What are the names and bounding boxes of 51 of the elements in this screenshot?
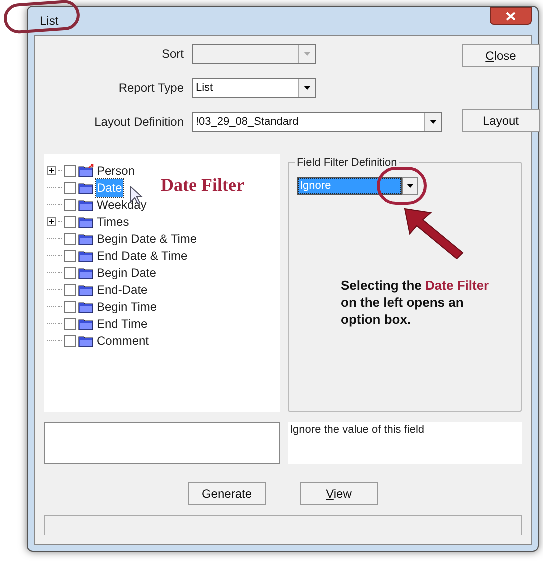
expand-icon[interactable] [47, 166, 56, 175]
close-icon [506, 12, 516, 20]
field-label: Layout Definition [94, 114, 184, 131]
checkbox[interactable] [64, 198, 76, 210]
folder-icon [78, 316, 94, 330]
tree-item[interactable]: Weekday [96, 196, 148, 214]
checkbox[interactable] [64, 284, 76, 296]
folder-icon [78, 164, 94, 178]
folder-icon [78, 334, 94, 348]
tree-item[interactable]: Begin Date [96, 264, 158, 282]
tree-item[interactable]: Person [96, 162, 136, 180]
notes-field[interactable] [44, 422, 280, 464]
checkbox[interactable] [64, 334, 76, 346]
tree-item[interactable]: Comment [96, 332, 150, 350]
expand-icon[interactable] [47, 217, 56, 226]
folder-icon [78, 232, 94, 246]
tree-item[interactable]: Begin Date & Time [96, 230, 198, 248]
tree-item[interactable]: End Date & Time [96, 246, 189, 264]
checkbox[interactable] [64, 182, 76, 194]
callout-label: Date Filter [161, 174, 244, 197]
dialog-button[interactable]: View [300, 482, 378, 505]
folder-icon [78, 266, 94, 280]
dropdown[interactable]: List [192, 78, 316, 98]
close-window-button[interactable] [490, 7, 532, 25]
folder-icon [78, 214, 94, 228]
checkbox[interactable] [64, 300, 76, 312]
tree-item[interactable]: Begin Time [96, 298, 158, 316]
field-label: Sort [160, 46, 184, 63]
checkbox[interactable] [64, 250, 76, 262]
checkbox[interactable] [64, 318, 76, 330]
description-box: Ignore the value of this field [288, 422, 522, 464]
tree-item[interactable]: End-Date [96, 280, 149, 298]
window-title: List [40, 13, 59, 30]
checkbox[interactable] [64, 266, 76, 278]
folder-icon [78, 300, 94, 314]
checkbox[interactable] [64, 232, 76, 244]
annotation-text: Selecting the Date Filter on the left opens an option box. [341, 277, 490, 328]
dropdown[interactable]: !03_29_08_Standard [192, 112, 442, 132]
folder-icon [78, 282, 94, 296]
field-label: Report Type [118, 80, 184, 97]
folder-icon [78, 198, 94, 212]
pointer-arrow [403, 207, 465, 259]
dialog-button[interactable]: Close [462, 44, 540, 67]
checkbox[interactable] [64, 164, 76, 176]
folder-icon [78, 248, 94, 262]
folder-icon [78, 180, 94, 194]
checkbox[interactable] [64, 216, 76, 228]
tree-item[interactable]: End Time [96, 314, 149, 332]
dialog-button[interactable]: Generate [188, 482, 266, 505]
tree-item[interactable]: Times [96, 212, 130, 230]
dialog-button[interactable]: Layout [462, 109, 540, 132]
